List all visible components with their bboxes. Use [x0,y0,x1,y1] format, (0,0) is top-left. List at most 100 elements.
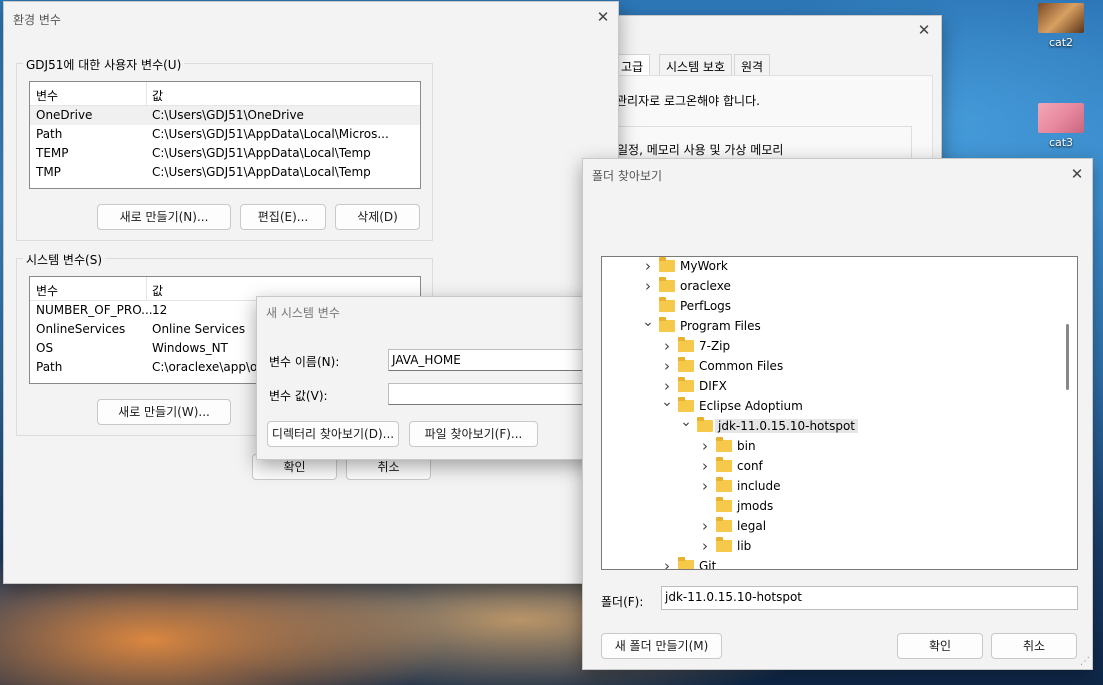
folder-icon [659,257,675,272]
folder-icon [716,437,732,452]
tree-item-label: jmods [737,499,774,513]
table-row[interactable]: Path C:\Users\GDJ51\AppData\Local\Micros.… [30,125,420,144]
chevron-right-icon[interactable]: › [642,257,654,275]
desktop-icon-cat3[interactable]: cat3 [1037,103,1085,149]
new-system-variable-dialog: 새 시스템 변수 변수 이름(N): JAVA_HOME 변수 값(V): 디렉… [256,296,597,460]
close-icon[interactable]: ✕ [594,8,612,26]
resize-grip-icon[interactable]: ⋰ [1080,656,1090,667]
cat2-thumbnail-icon [1038,3,1084,33]
tree-item-label: Git [699,559,717,570]
user-delete-button[interactable]: 삭제(D) [335,204,420,230]
chevron-right-icon[interactable]: › [661,557,673,569]
system-properties-window: ✕ 고급 시스템 보호 원격 관리자로 로그온해야 합니다. 일정, 메모리 사… [605,15,942,176]
new-folder-button[interactable]: 새 폴더 만들기(M) [601,633,722,659]
titlebar[interactable]: 폴더 찾아보기 ✕ [583,159,1092,191]
chevron-right-icon[interactable]: › [699,537,711,555]
desktop-icon-cat2[interactable]: cat2 [1037,3,1085,49]
chevron-right-icon[interactable]: › [699,457,711,475]
table-row[interactable]: OneDrive C:\Users\GDJ51\OneDrive [30,106,420,125]
folder-icon [678,357,694,372]
admin-note: 관리자로 로그온해야 합니다. [616,94,760,108]
variable-name-cell: Path [36,360,63,374]
user-variables-group: GDJ51에 대한 사용자 변수(U) 변수 값 OneDrive C:\User… [16,56,433,241]
chevron-right-icon[interactable]: › [661,377,673,395]
variable-value-input[interactable] [388,383,597,405]
tree-item-label: PerfLogs [680,299,732,313]
titlebar[interactable]: 환경 변수 ✕ [4,2,618,34]
col-var-header[interactable]: 변수 [36,87,58,104]
variable-name-cell: OneDrive [36,108,93,122]
chevron-right-icon[interactable]: › [661,337,673,355]
desktop-icon-label: cat2 [1048,36,1074,49]
scrollbar-thumb[interactable] [1066,324,1069,390]
folder-browse-dialog: 폴더 찾아보기 ✕ › MyWork › oraclexe PerfLogs ⌄ Progr… [582,158,1093,670]
list-header: 변수 값 [30,82,420,106]
system-new-button[interactable]: 새로 만들기(W)... [97,399,231,425]
chevron-right-icon[interactable]: › [642,277,654,295]
table-row[interactable]: TEMP C:\Users\GDJ51\AppData\Local\Temp [30,144,420,163]
variable-name-label: 변수 이름(N): [269,355,340,369]
user-new-button[interactable]: 새로 만들기(N)... [97,204,231,230]
variable-name-cell: NUMBER_OF_PRO... [36,303,153,317]
folder-icon [716,477,732,492]
tree-item-label: jdk-11.0.15.10-hotspot [715,419,859,433]
folder-tree[interactable]: › MyWork › oraclexe PerfLogs ⌄ Program Files › 7… [601,256,1078,570]
user-variables-list[interactable]: 변수 값 OneDrive C:\Users\GDJ51\OneDrive Path… [29,81,421,189]
browse-directory-button[interactable]: 디렉터리 찾아보기(D)... [267,421,399,447]
chevron-right-icon[interactable]: › [699,437,711,455]
folder-icon [659,277,675,292]
system-variables-label: 시스템 변수(S) [23,251,105,268]
variable-value-cell: C:\Users\GDJ51\AppData\Local\Temp [152,146,371,160]
tree-item-label: include [737,479,781,493]
user-edit-button[interactable]: 편집(E)... [240,204,326,230]
variable-value-cell: Online Services [152,322,246,336]
folder-icon [678,377,694,392]
tab-system-protection[interactable]: 시스템 보호 [659,54,733,76]
chevron-down-icon[interactable]: ⌄ [680,414,692,430]
desktop-icon-label: cat3 [1048,136,1074,149]
tree-item-label: DIFX [699,379,727,393]
col-val-header[interactable]: 값 [152,282,163,299]
browse-file-button[interactable]: 파일 찾아보기(F)... [409,421,538,447]
chevron-right-icon[interactable]: › [699,477,711,495]
titlebar[interactable]: 새 시스템 변수 [257,297,595,325]
folder-icon [716,537,732,552]
tab-remote[interactable]: 원격 [734,54,771,76]
folder-icon [659,317,675,332]
folder-icon [659,297,675,312]
tree-item-label: legal [737,519,767,533]
environment-variables-window: 환경 변수 ✕ GDJ51에 대한 사용자 변수(U) 변수 값 OneDriv… [3,1,619,584]
col-val-header[interactable]: 값 [152,87,163,104]
variable-value-cell: Windows_NT [152,341,228,355]
tab-advanced[interactable]: 고급 [614,54,651,76]
folder-icon [697,417,713,432]
variable-value-cell: 12 [152,303,168,317]
folder-label: 폴더(F): [601,595,644,609]
table-row[interactable]: TMP C:\Users\GDJ51\AppData\Local\Temp [30,163,420,182]
col-var-header[interactable]: 변수 [36,282,58,299]
chevron-down-icon[interactable]: ⌄ [642,314,654,330]
variable-value-label: 변수 값(V): [269,389,328,403]
close-icon[interactable]: ✕ [915,21,933,39]
chevron-right-icon[interactable]: › [699,517,711,535]
folder-icon [678,557,694,569]
chevron-down-icon[interactable]: ⌄ [661,394,673,410]
tree-item-label: lib [737,539,752,553]
chevron-right-icon[interactable]: › [661,357,673,375]
tree-item-label: Program Files [680,319,761,333]
ok-button[interactable]: 확인 [897,633,983,659]
variable-name-cell: OS [36,341,54,355]
close-icon[interactable]: ✕ [1068,165,1086,183]
folder-icon [678,397,694,412]
variable-name-cell: TMP [36,165,61,179]
window-title: 환경 변수 [13,13,61,27]
dialog-title: 폴더 찾아보기 [592,169,663,183]
performance-note: 일정, 메모리 사용 및 가상 메모리 [617,143,784,157]
tree-item-label: conf [737,459,763,473]
variable-name-cell: OnlineServices [36,322,126,336]
folder-input[interactable]: jdk-11.0.15.10-hotspot [661,586,1078,610]
cancel-button[interactable]: 취소 [991,633,1077,659]
variable-name-input[interactable]: JAVA_HOME [388,349,597,371]
folder-icon [678,337,694,352]
user-variables-label: GDJ51에 대한 사용자 변수(U) [23,56,185,73]
